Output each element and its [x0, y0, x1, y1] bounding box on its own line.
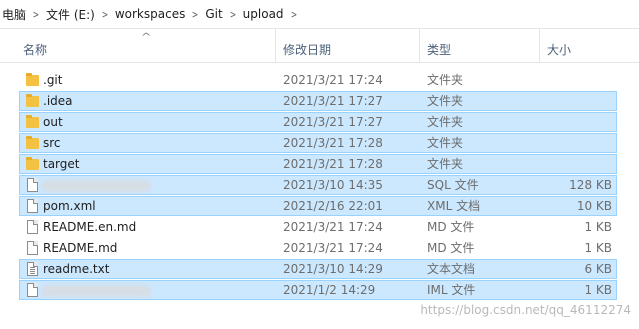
file-date: 2021/3/10 14:29	[283, 262, 383, 276]
redacted-filename	[41, 180, 151, 192]
file-type: 文件夹	[427, 157, 464, 171]
breadcrumb-item[interactable]: 文件 (E:)	[42, 6, 99, 23]
file-size: 128 KB	[569, 178, 612, 192]
breadcrumb-chevron-icon[interactable]: >	[191, 8, 199, 21]
file-date: 2021/2/16 22:01	[283, 199, 383, 213]
file-row[interactable]: readme.txt 2021/3/10 14:29 文本文档 6 KB	[19, 259, 617, 279]
folder-icon	[25, 92, 41, 112]
file-row[interactable]: .git 2021/3/21 17:24 文件夹	[19, 70, 617, 90]
file-date: 2021/3/21 17:28	[283, 157, 383, 171]
file-type: 文件夹	[427, 94, 464, 108]
file-type: 文件夹	[427, 115, 464, 129]
folder-icon	[25, 134, 41, 154]
column-header-size[interactable]: 大小	[542, 29, 619, 62]
file-icon	[25, 239, 41, 259]
file-name: target	[43, 157, 80, 171]
file-icon	[25, 197, 41, 217]
file-name: readme.txt	[43, 262, 110, 276]
column-header-date[interactable]: 修改日期	[278, 29, 420, 62]
file-date: 2021/3/21 17:24	[283, 220, 383, 234]
file-size: 10 KB	[576, 199, 612, 213]
file-name: README.en.md	[43, 220, 137, 234]
breadcrumb-chevron-icon[interactable]: >	[289, 8, 297, 21]
breadcrumb-chevron-icon[interactable]: >	[228, 8, 236, 21]
file-name: .git	[43, 73, 63, 87]
folder-icon	[25, 71, 41, 91]
column-header-type[interactable]: 类型	[422, 29, 540, 62]
file-name: out	[43, 115, 63, 129]
file-name: src	[43, 136, 61, 150]
breadcrumb-chevron-icon[interactable]: >	[101, 8, 109, 21]
file-date: 2021/3/21 17:27	[283, 94, 383, 108]
file-size: 6 KB	[584, 262, 612, 276]
breadcrumb-item[interactable]: workspaces	[111, 7, 190, 21]
file-type: 文件夹	[427, 136, 464, 150]
breadcrumb-item[interactable]: 电脑	[0, 6, 30, 23]
file-date: 2021/3/21 17:27	[283, 115, 383, 129]
file-row[interactable]: 2021/1/2 14:29 IML 文件 1 KB	[19, 280, 617, 300]
file-type: MD 文件	[427, 241, 475, 255]
file-name: README.md	[43, 241, 118, 255]
file-type: XML 文档	[427, 199, 481, 213]
file-row[interactable]: README.md 2021/3/21 17:24 MD 文件 1 KB	[19, 238, 617, 258]
text-file-icon	[25, 260, 41, 280]
file-date: 2021/3/21 17:24	[283, 73, 383, 87]
file-row[interactable]: .idea 2021/3/21 17:27 文件夹	[19, 91, 617, 111]
watermark: https://blog.csdn.net/qq_46112274	[420, 303, 631, 317]
folder-icon	[25, 155, 41, 175]
file-name: pom.xml	[43, 199, 96, 213]
file-icon	[25, 281, 41, 301]
redacted-filename	[41, 285, 151, 297]
file-row[interactable]: README.en.md 2021/3/21 17:24 MD 文件 1 KB	[19, 217, 617, 237]
file-row[interactable]: out 2021/3/21 17:27 文件夹	[19, 112, 617, 132]
file-type: MD 文件	[427, 220, 475, 234]
file-row[interactable]: target 2021/3/21 17:28 文件夹	[19, 154, 617, 174]
file-date: 2021/3/21 17:28	[283, 136, 383, 150]
file-type: IML 文件	[427, 283, 476, 297]
file-date: 2021/1/2 14:29	[283, 283, 376, 297]
column-header-name[interactable]: 名称	[18, 29, 276, 62]
file-name: .idea	[43, 94, 73, 108]
breadcrumb: 电脑 > 文件 (E:) > workspaces > Git > upload >	[0, 0, 639, 29]
file-date: 2021/3/21 17:24	[283, 241, 383, 255]
folder-icon	[25, 113, 41, 133]
file-icon	[25, 218, 41, 238]
file-size: 1 KB	[584, 283, 612, 297]
file-size: 1 KB	[584, 241, 612, 255]
file-size: 1 KB	[584, 220, 612, 234]
file-row[interactable]: 2021/3/10 14:35 SQL 文件 128 KB	[19, 175, 617, 195]
file-type: 文本文档	[427, 262, 476, 276]
breadcrumb-item[interactable]: Git	[201, 7, 226, 21]
column-header-row: ^ 名称 修改日期 类型 大小	[0, 29, 639, 63]
file-type: SQL 文件	[427, 178, 479, 192]
breadcrumb-item[interactable]: upload	[239, 7, 288, 21]
file-row[interactable]: src 2021/3/21 17:28 文件夹	[19, 133, 617, 153]
file-type: 文件夹	[427, 73, 464, 87]
file-row[interactable]: pom.xml 2021/2/16 22:01 XML 文档 10 KB	[19, 196, 617, 216]
file-date: 2021/3/10 14:35	[283, 178, 383, 192]
breadcrumb-chevron-icon[interactable]: >	[32, 8, 40, 21]
file-icon	[25, 176, 41, 196]
